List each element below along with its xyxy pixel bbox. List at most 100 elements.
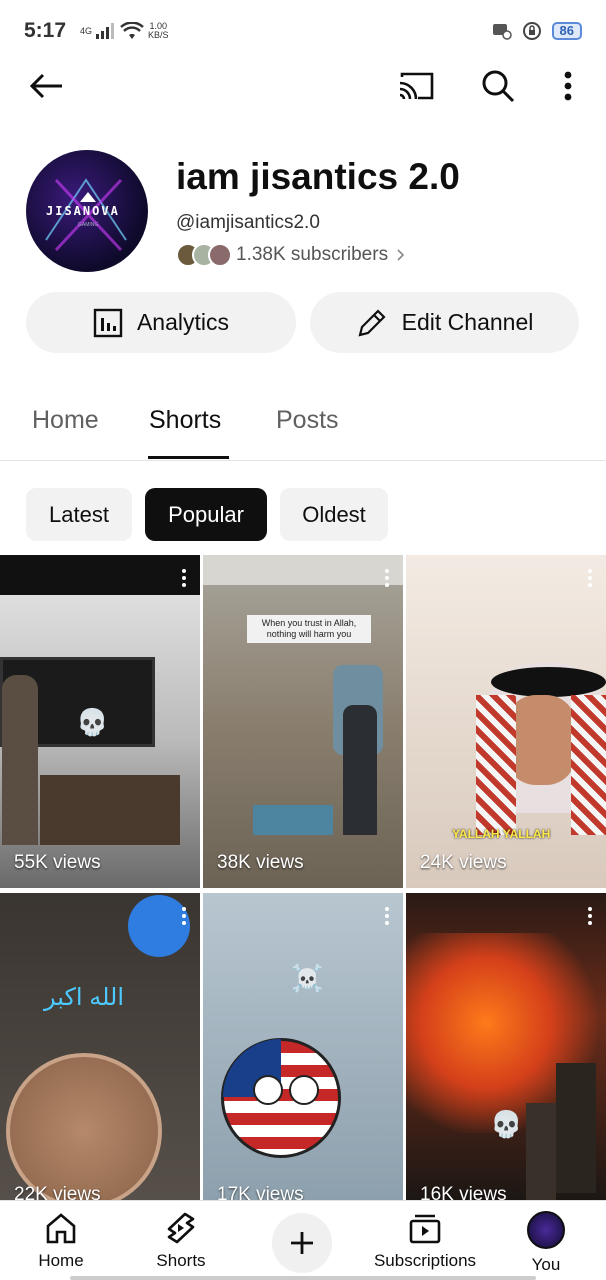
nav-you[interactable]: You bbox=[516, 1201, 576, 1280]
channel-avatar[interactable]: JISANOVA GAMING bbox=[26, 150, 148, 272]
nav-home[interactable]: Home bbox=[26, 1201, 96, 1280]
short-thumbnail[interactable]: ☠️ 17K views bbox=[203, 893, 403, 1200]
analytics-icon bbox=[93, 308, 123, 337]
subscriber-row[interactable]: 1.38K subscribers bbox=[176, 243, 408, 267]
back-arrow-icon bbox=[29, 73, 62, 99]
skull-icon: 💀 bbox=[490, 1109, 523, 1139]
channel-header: JISANOVA GAMING iam jisantics 2.0 @iamji… bbox=[26, 150, 586, 275]
status-time: 5:17 bbox=[24, 19, 67, 42]
short-more-button[interactable] bbox=[385, 907, 389, 925]
thumbnail-art bbox=[203, 555, 403, 585]
network-type: 4G bbox=[80, 25, 93, 36]
nav-shorts[interactable]: Shorts bbox=[146, 1201, 216, 1280]
search-icon bbox=[482, 70, 515, 103]
nav-shorts-label: Shorts bbox=[156, 1251, 206, 1270]
bottom-navigation: Home Shorts Subscriptions You bbox=[0, 1200, 606, 1280]
thumbnail-art bbox=[6, 1053, 162, 1200]
thumbnail-art bbox=[253, 805, 333, 835]
cast-icon bbox=[399, 72, 434, 100]
short-thumbnail[interactable]: When you trust in Allah, nothing will ha… bbox=[203, 555, 403, 888]
active-tab-indicator bbox=[148, 456, 229, 459]
tab-shorts[interactable]: Shorts bbox=[149, 406, 221, 435]
channel-name: iam jisantics 2.0 bbox=[176, 156, 460, 197]
gesture-bar bbox=[70, 1276, 536, 1280]
create-button[interactable] bbox=[272, 1213, 332, 1273]
short-views: 55K views bbox=[14, 852, 101, 873]
analytics-label: Analytics bbox=[136, 309, 230, 335]
edit-channel-button[interactable]: Edit Channel bbox=[310, 292, 579, 353]
plus-icon bbox=[291, 1232, 313, 1254]
skull-icon: 💀 bbox=[76, 707, 109, 737]
cast-button[interactable] bbox=[396, 66, 436, 106]
thumbnail-art bbox=[289, 1075, 319, 1105]
top-bar bbox=[0, 62, 606, 110]
shorts-grid: 💀 55K views When you trust in Allah, not… bbox=[0, 555, 606, 1200]
wifi-icon bbox=[120, 22, 144, 39]
pencil-icon bbox=[358, 308, 386, 337]
tab-posts[interactable]: Posts bbox=[276, 406, 339, 435]
short-caption: الله اكبر bbox=[44, 984, 125, 1011]
short-thumbnail[interactable]: YALLAH YALLAH 24K views bbox=[406, 555, 606, 888]
thumbnail-art bbox=[2, 675, 38, 845]
thumbnail-art bbox=[506, 695, 576, 785]
tab-home[interactable]: Home bbox=[32, 406, 99, 435]
you-avatar bbox=[527, 1211, 565, 1249]
back-button[interactable] bbox=[26, 66, 66, 106]
nav-subscriptions[interactable]: Subscriptions bbox=[370, 1201, 480, 1280]
home-icon bbox=[46, 1213, 76, 1244]
short-views: 24K views bbox=[420, 852, 507, 873]
short-more-button[interactable] bbox=[182, 907, 186, 925]
chip-popular[interactable]: Popular bbox=[145, 488, 267, 541]
short-views: 16K views bbox=[420, 1184, 507, 1200]
short-caption: YALLAH YALLAH bbox=[452, 827, 551, 841]
status-bar: 5:17 4G 1.00 KB/S 86 bbox=[0, 0, 606, 62]
avatar-logo-text: JISANOVA bbox=[46, 204, 120, 218]
nav-subscriptions-label: Subscriptions bbox=[373, 1251, 477, 1270]
short-views: 17K views bbox=[217, 1184, 304, 1200]
short-caption: When you trust in Allah, nothing will ha… bbox=[247, 615, 371, 643]
short-thumbnail[interactable]: الله اكبر 22K views bbox=[0, 893, 200, 1200]
notification-icon bbox=[492, 24, 512, 40]
overflow-menu-button[interactable] bbox=[548, 66, 588, 106]
thumbnail-art bbox=[0, 555, 200, 595]
short-thumbnail[interactable]: 💀 55K views bbox=[0, 555, 200, 888]
subscriber-avatars bbox=[176, 243, 232, 267]
channel-handle: @iamjisantics2.0 bbox=[176, 212, 320, 233]
channel-tabs: Home Shorts Posts bbox=[0, 388, 606, 461]
shorts-icon bbox=[167, 1212, 195, 1244]
short-more-button[interactable] bbox=[385, 569, 389, 587]
edit-channel-label: Edit Channel bbox=[401, 309, 534, 335]
short-more-button[interactable] bbox=[182, 569, 186, 587]
nav-you-label: You bbox=[531, 1255, 561, 1274]
short-more-button[interactable] bbox=[588, 569, 592, 587]
thumbnail-art bbox=[526, 1103, 556, 1200]
net-speed-unit: KB/S bbox=[148, 30, 169, 40]
avatar-logo-sub: GAMING bbox=[78, 222, 99, 228]
channel-actions: Analytics Edit Channel bbox=[26, 292, 579, 354]
net-speed: 1.00 KB/S bbox=[148, 22, 169, 40]
battery-indicator: 86 bbox=[551, 22, 582, 40]
short-more-button[interactable] bbox=[588, 907, 592, 925]
short-thumbnail[interactable]: 💀 16K views bbox=[406, 893, 606, 1200]
thumbnail-art bbox=[128, 895, 190, 957]
short-views: 38K views bbox=[217, 852, 304, 873]
thumbnail-art bbox=[556, 1063, 596, 1193]
nav-home-label: Home bbox=[38, 1251, 84, 1270]
search-button[interactable] bbox=[478, 66, 518, 106]
thumbnail-art bbox=[40, 775, 180, 845]
more-vert-icon bbox=[564, 71, 572, 101]
chip-latest[interactable]: Latest bbox=[26, 488, 132, 541]
analytics-button[interactable]: Analytics bbox=[26, 292, 296, 353]
signal-icon bbox=[96, 23, 115, 39]
thumbnail-art bbox=[343, 705, 377, 835]
subscriptions-icon bbox=[409, 1214, 441, 1244]
short-views: 22K views bbox=[14, 1184, 101, 1200]
thumbnail-art bbox=[491, 667, 606, 697]
subscriber-avatar bbox=[208, 243, 232, 267]
subscriber-count: 1.38K subscribers bbox=[236, 244, 389, 265]
thumbnail-art bbox=[253, 1075, 283, 1105]
thumbnail-art bbox=[571, 695, 606, 835]
thumbnail-art bbox=[476, 695, 516, 835]
chevron-right-icon bbox=[397, 249, 405, 261]
chip-oldest[interactable]: Oldest bbox=[280, 488, 388, 541]
